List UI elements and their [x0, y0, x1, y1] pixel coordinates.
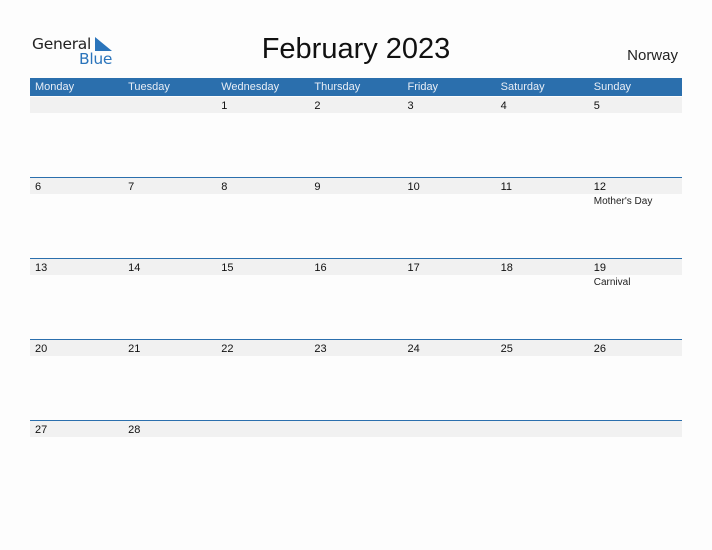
- day-number: 2: [314, 100, 321, 112]
- holiday-label: Carnival: [593, 277, 631, 288]
- day-cell: 9: [309, 177, 402, 258]
- day-cell: 19 Carnival: [589, 258, 682, 339]
- day-cell: 12 Mother's Day: [589, 177, 682, 258]
- day-number: 27: [35, 424, 48, 436]
- day-cell: 13: [30, 258, 123, 339]
- day-number: 24: [407, 343, 420, 355]
- day-number: 7: [128, 181, 135, 193]
- day-cell: 3: [403, 96, 496, 177]
- day-cell: 2: [309, 96, 402, 177]
- day-cell: 16: [309, 258, 402, 339]
- day-number: 25: [500, 343, 513, 355]
- day-cell: [30, 96, 123, 177]
- day-number: 26: [593, 343, 606, 355]
- day-cell: 17: [403, 258, 496, 339]
- day-cell: [496, 420, 589, 501]
- day-cell: 22: [216, 339, 309, 420]
- weekday-wednesday: Wednesday: [221, 81, 280, 93]
- holiday-label: Mother's Day: [593, 196, 653, 207]
- day-number: 13: [35, 262, 48, 274]
- day-number: 19: [593, 262, 606, 274]
- week-row: 6 7 8 9 10 11 12 Mother's Day: [30, 177, 682, 258]
- day-cell: 8: [216, 177, 309, 258]
- day-number: 1: [221, 100, 228, 112]
- day-number: 28: [128, 424, 141, 436]
- day-cell: 24: [403, 339, 496, 420]
- day-number: 15: [221, 262, 234, 274]
- day-number: 8: [221, 181, 228, 193]
- weekday-monday: Monday: [35, 81, 75, 93]
- day-cell: 21: [123, 339, 216, 420]
- day-cell: [403, 420, 496, 501]
- day-cell: 10: [403, 177, 496, 258]
- day-number: 12: [593, 181, 606, 193]
- day-cell: 4: [496, 96, 589, 177]
- day-number: 5: [593, 100, 600, 112]
- day-cell: [123, 96, 216, 177]
- calendar-title: February 2023: [261, 33, 451, 65]
- weekday-sunday: Sunday: [593, 81, 632, 93]
- day-cell: [216, 420, 309, 501]
- day-number: 6: [35, 181, 42, 193]
- day-cell: 27: [30, 420, 123, 501]
- day-cell: 14: [123, 258, 216, 339]
- week-row: 20 21 22 23 24 25 26: [30, 339, 682, 420]
- week-row: 27 28: [30, 420, 682, 501]
- day-number: 22: [221, 343, 234, 355]
- day-number: 17: [407, 262, 420, 274]
- day-cell: [589, 420, 682, 501]
- day-cell: 25: [496, 339, 589, 420]
- day-number: 16: [314, 262, 327, 274]
- day-number: 11: [500, 181, 513, 193]
- day-number: 18: [500, 262, 513, 274]
- day-cell: 7: [123, 177, 216, 258]
- day-number: 21: [128, 343, 141, 355]
- weekday-tuesday: Tuesday: [128, 81, 170, 93]
- day-cell: 26: [589, 339, 682, 420]
- week-row: 13 14 15 16 17 18 19 Carnival: [30, 258, 682, 339]
- weekday-friday: Friday: [407, 81, 439, 93]
- day-cell: 28: [123, 420, 216, 501]
- day-cell: 23: [309, 339, 402, 420]
- weekday-saturday: Saturday: [500, 81, 545, 93]
- weekday-thursday: Thursday: [314, 81, 361, 93]
- day-number: 9: [314, 181, 321, 193]
- day-cell: 11: [496, 177, 589, 258]
- day-number: 3: [407, 100, 414, 112]
- day-cell: [309, 420, 402, 501]
- day-number: 23: [314, 343, 327, 355]
- day-cell: 6: [30, 177, 123, 258]
- day-number: 10: [407, 181, 420, 193]
- day-number: 14: [128, 262, 141, 274]
- country-label: Norway: [627, 47, 678, 64]
- weekday-header: Monday Tuesday Wednesday Thursday Friday…: [30, 78, 682, 96]
- day-cell: 5: [589, 96, 682, 177]
- week-row: 1 2 3 4 5: [30, 96, 682, 177]
- day-cell: 1: [216, 96, 309, 177]
- day-cell: 18: [496, 258, 589, 339]
- day-number: 20: [35, 343, 48, 355]
- day-number: 4: [500, 100, 507, 112]
- day-cell: 20: [30, 339, 123, 420]
- day-cell: 15: [216, 258, 309, 339]
